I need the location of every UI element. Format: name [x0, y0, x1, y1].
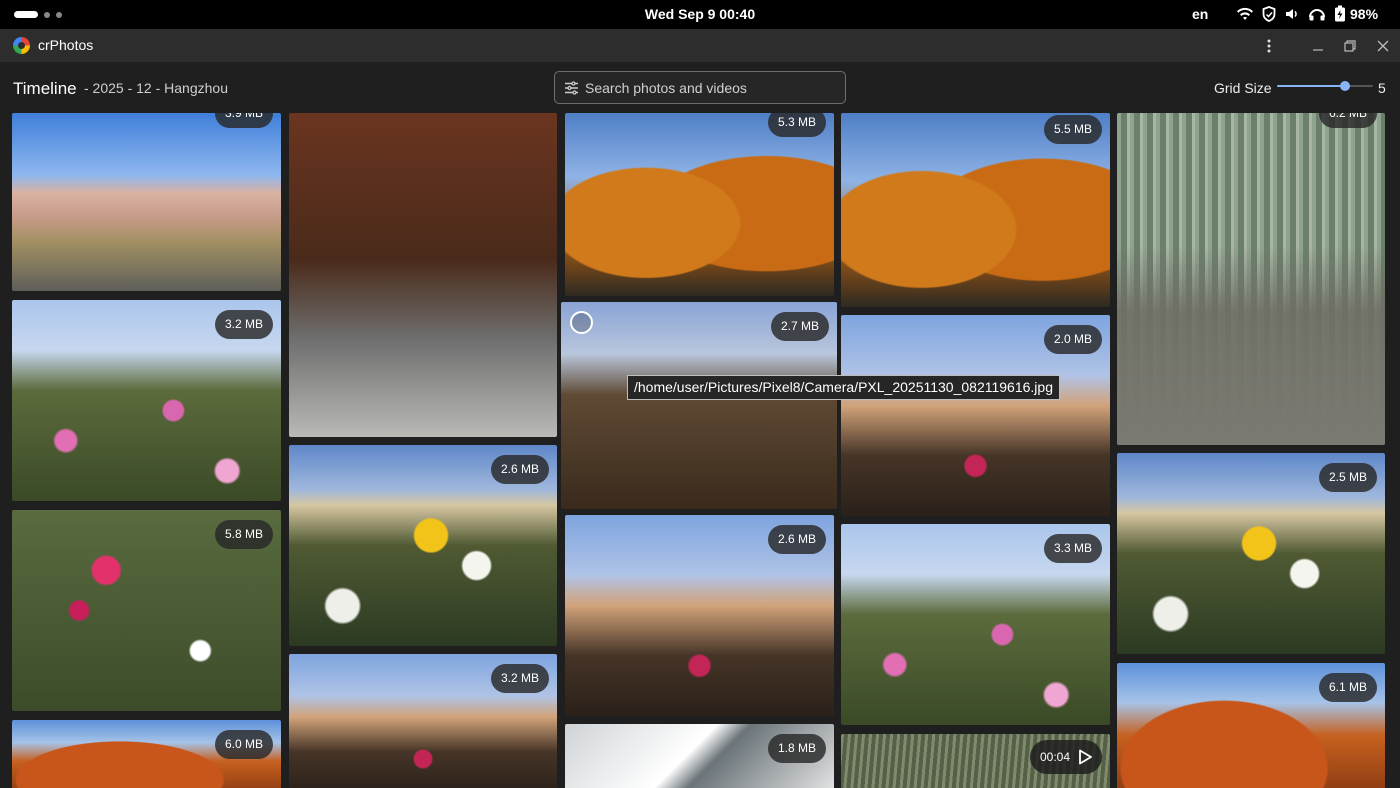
photo-tile[interactable]: 1.8 MB: [565, 724, 834, 788]
file-size-badge: 5.8 MB: [214, 520, 273, 549]
photo-tile[interactable]: 5.8 MB: [12, 510, 281, 711]
grid-size-slider[interactable]: [1277, 81, 1373, 91]
file-size-badge: 2.0 MB: [1043, 325, 1102, 354]
close-button[interactable]: [1372, 35, 1394, 57]
file-size-badge: 6.1 MB: [1318, 673, 1377, 702]
photo-tile[interactable]: 5.3 MB: [565, 113, 834, 296]
photo-tile[interactable]: 2.6 MB: [565, 515, 834, 716]
photo-tile[interactable]: 2.0 MB: [841, 315, 1110, 516]
file-size-badge: 3.3 MB: [1043, 534, 1102, 563]
grid-size-value: 5: [1378, 80, 1386, 96]
filter-icon[interactable]: [564, 81, 579, 95]
headphones-icon: [1309, 8, 1325, 20]
photo-tile[interactable]: 3.2 MB: [289, 654, 557, 788]
restore-icon: [1344, 40, 1356, 52]
file-size-badge: 1.8 MB: [767, 734, 826, 763]
file-size-badge: 2.6 MB: [490, 455, 549, 484]
file-size-badge: 5.3 MB: [767, 113, 826, 137]
file-path-tooltip: /home/user/Pictures/Pixel8/Camera/PXL_20…: [627, 375, 1060, 400]
video-tile[interactable]: 00:04: [841, 734, 1110, 788]
photo-grid: 3.9 MB 3.2 MB 5.8 MB 6.0 MB 2.6 MB 3.2 M…: [0, 113, 1400, 788]
file-size-badge: 2.5 MB: [1318, 463, 1377, 492]
shield-icon: [1262, 5, 1276, 22]
timeline-breadcrumb: - 2025 - 12 - Hangzhou: [84, 80, 228, 96]
volume-icon: [1286, 8, 1297, 19]
photo-tile[interactable]: 2.5 MB: [1117, 453, 1385, 654]
language-indicator[interactable]: en: [1192, 6, 1208, 22]
file-size-badge: 2.7 MB: [770, 312, 829, 341]
photo-tile-selected[interactable]: 2.7 MB: [561, 302, 837, 509]
photo-overlay: [1117, 113, 1385, 445]
file-size-badge: 6.2 MB: [1318, 113, 1377, 128]
minimize-button[interactable]: [1307, 35, 1329, 57]
slider-thumb[interactable]: [1340, 81, 1351, 91]
photo-tile[interactable]: 6.0 MB: [12, 720, 281, 788]
photo-tile[interactable]: 2.6 MB: [289, 445, 557, 646]
system-status-bar: Wed Sep 9 00:40 en 98%: [0, 0, 1400, 29]
file-size-badge: 5.5 MB: [1043, 115, 1102, 144]
video-duration-badge[interactable]: 00:04: [1029, 740, 1102, 774]
battery-level: 98%: [1350, 5, 1379, 22]
more-vert-icon: [1267, 39, 1271, 53]
photo-tile[interactable]: 6.1 MB: [1117, 663, 1385, 788]
video-duration: 00:04: [1039, 750, 1070, 764]
photo-tile[interactable]: 5.5 MB: [841, 113, 1110, 307]
grid-size-label: Grid Size: [1214, 80, 1272, 96]
app-title-bar: crPhotos: [0, 29, 1400, 62]
file-size-badge: 2.6 MB: [767, 525, 826, 554]
photo-tile[interactable]: 3.2 MB: [12, 300, 281, 501]
search-input[interactable]: Search photos and videos: [554, 71, 846, 104]
battery-icon: [1335, 5, 1345, 22]
photo-tile[interactable]: 6.2 MB: [1117, 113, 1385, 445]
wifi-icon: [1237, 7, 1253, 20]
clock[interactable]: Wed Sep 9 00:40: [0, 6, 1400, 22]
photo-tile[interactable]: 3.9 MB: [12, 113, 281, 291]
file-size-badge: 6.0 MB: [214, 730, 273, 759]
photo-tile[interactable]: 3.3 MB: [841, 524, 1110, 725]
photo-tile[interactable]: [289, 113, 557, 437]
restore-button[interactable]: [1339, 35, 1361, 57]
select-checkbox[interactable]: [570, 311, 593, 334]
play-icon: [1079, 749, 1092, 765]
minimize-icon: [1313, 49, 1323, 51]
file-size-badge: 3.2 MB: [214, 310, 273, 339]
close-icon: [1377, 40, 1389, 52]
file-size-badge: 3.2 MB: [490, 664, 549, 693]
timeline-header: Timeline - 2025 - 12 - Hangzhou Search p…: [0, 62, 1400, 113]
app-name: crPhotos: [38, 37, 94, 53]
system-tray[interactable]: 98%: [1236, 5, 1378, 22]
more-menu-button[interactable]: [1258, 35, 1280, 57]
page-title: Timeline: [13, 79, 77, 98]
search-placeholder: Search photos and videos: [585, 80, 747, 96]
app-logo-icon: [13, 37, 30, 54]
slider-fill: [1277, 85, 1346, 87]
file-size-badge: 3.9 MB: [214, 113, 273, 128]
